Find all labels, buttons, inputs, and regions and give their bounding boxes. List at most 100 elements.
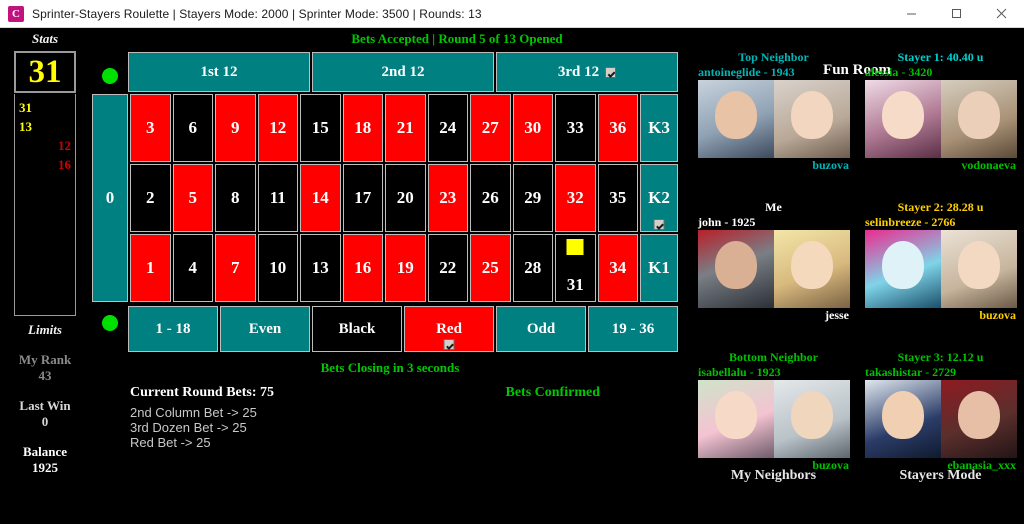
green-indicator-icon [102, 315, 118, 331]
number-cell-29[interactable]: 29 [512, 164, 553, 232]
players-panel: Fun Room Top Neighbor antoineglide - 194… [690, 28, 1024, 524]
window-controls [889, 0, 1024, 28]
number-cell-10[interactable]: 10 [257, 234, 298, 302]
outside-bet-odd[interactable]: Odd [496, 306, 586, 352]
avatar [941, 380, 1017, 458]
outside-bet-label: 19 - 36 [611, 320, 655, 337]
balance-label: Balance [22, 444, 68, 459]
number-cell-36[interactable]: 36 [597, 94, 638, 162]
number-cell-25[interactable]: 25 [470, 234, 511, 302]
number-cell-22[interactable]: 22 [427, 234, 468, 302]
number-cell-35[interactable]: 35 [597, 164, 638, 232]
player-card-stayer-3[interactable]: Stayer 3: 12.12 u takashistar - 2729 eba… [857, 350, 1024, 473]
number-cell-26[interactable]: 26 [470, 164, 511, 232]
number-cell-2[interactable]: 2 [130, 164, 171, 232]
number-cell-18[interactable]: 18 [342, 94, 383, 162]
player-card-bottom-neighbor[interactable]: Bottom Neighbor isabellalu - 1923 buzova [690, 350, 857, 473]
number-label: 9 [231, 118, 240, 137]
number-cell-23[interactable]: 23 [427, 164, 468, 232]
column-bet-k3[interactable]: K3 [640, 94, 678, 162]
dozen-label: 3rd 12 [557, 63, 600, 80]
number-cell-5[interactable]: 5 [172, 164, 213, 232]
card-username: alessia - 3420 [865, 65, 933, 79]
number-cell-19[interactable]: 19 [385, 234, 426, 302]
outside-bets-row: 1 - 18 Even Black Red Odd 19 - 36 [128, 306, 678, 352]
number-cell-3[interactable]: 3 [130, 94, 171, 162]
number-cell-30[interactable]: 30 [512, 94, 553, 162]
column-label: K1 [648, 258, 670, 277]
number-cell-20[interactable]: 20 [385, 164, 426, 232]
dozen-bet-3rd[interactable]: 3rd 12 [496, 52, 678, 92]
number-label: 35 [609, 188, 627, 207]
outside-bet-low[interactable]: 1 - 18 [128, 306, 218, 352]
column-bet-k2[interactable]: K2 [640, 164, 678, 232]
column-bet-k1[interactable]: K1 [640, 234, 678, 302]
my-neighbors-column: Top Neighbor antoineglide - 1943 buzova … [690, 28, 857, 524]
number-cell-34[interactable]: 34 [597, 234, 638, 302]
avatar [698, 230, 774, 308]
number-cell-21[interactable]: 21 [385, 94, 426, 162]
outside-bet-label: Odd [526, 320, 556, 337]
number-cell-13[interactable]: 13 [300, 234, 341, 302]
number-cell-31[interactable]: 31 [555, 234, 596, 302]
number-label: 19 [396, 258, 414, 277]
player-card-top-neighbor[interactable]: Top Neighbor antoineglide - 1943 buzova [690, 50, 857, 173]
player-card-me[interactable]: Me john - 1925 jesse [690, 200, 857, 323]
number-cell-27[interactable]: 27 [470, 94, 511, 162]
column-label: K3 [648, 118, 670, 137]
bet-chip-icon [566, 239, 584, 255]
number-cell-8[interactable]: 8 [215, 164, 256, 232]
card-avatars [698, 80, 850, 158]
checked-checkbox-icon [653, 219, 665, 230]
number-label: 30 [524, 118, 542, 137]
number-cell-32[interactable]: 32 [555, 164, 596, 232]
number-cell-0[interactable]: 0 [92, 94, 128, 302]
number-cell-9[interactable]: 9 [215, 94, 256, 162]
number-cell-15[interactable]: 15 [300, 94, 341, 162]
my-neighbors-label: My Neighbors [730, 468, 817, 483]
number-cell-12[interactable]: 12 [257, 94, 298, 162]
number-cell-11[interactable]: 11 [257, 164, 298, 232]
number-label: 29 [524, 188, 542, 207]
close-icon[interactable] [979, 0, 1024, 28]
last-number-box: 31 [14, 51, 76, 93]
number-cell-24[interactable]: 24 [427, 94, 468, 162]
outside-bet-red[interactable]: Red [404, 306, 494, 352]
number-label: 22 [439, 258, 457, 277]
card-avatars [865, 80, 1017, 158]
last-win-value: 0 [41, 414, 49, 429]
checked-checkbox-icon [443, 339, 455, 350]
number-cell-16[interactable]: 16 [342, 234, 383, 302]
outside-bet-high[interactable]: 19 - 36 [588, 306, 678, 352]
minimize-icon[interactable] [889, 0, 934, 28]
number-cell-14[interactable]: 14 [300, 164, 341, 232]
avatar [865, 230, 941, 308]
number-cell-33[interactable]: 33 [555, 94, 596, 162]
card-heading: Top Neighbor [738, 50, 809, 64]
number-cell-7[interactable]: 7 [215, 234, 256, 302]
card-username: isabellalu - 1923 [698, 365, 781, 379]
my-rank-label: My Rank [18, 352, 72, 367]
number-label: 27 [481, 118, 499, 137]
dozen-bet-1st[interactable]: 1st 12 [128, 52, 310, 92]
limits-title: Limits [28, 322, 62, 337]
number-label: 25 [481, 258, 499, 277]
player-card-stayer-1[interactable]: Stayer 1: 40.40 u alessia - 3420 vodonae… [857, 50, 1024, 173]
outside-bet-even[interactable]: Even [220, 306, 310, 352]
card-partner: vodonaeva [961, 158, 1016, 172]
number-cell-28[interactable]: 28 [512, 234, 553, 302]
dozen-bet-2nd[interactable]: 2nd 12 [312, 52, 494, 92]
number-cell-6[interactable]: 6 [172, 94, 213, 162]
outside-bet-label: Black [338, 320, 376, 337]
outside-bet-black[interactable]: Black [312, 306, 402, 352]
stayers-mode-column: Stayer 1: 40.40 u alessia - 3420 vodonae… [857, 28, 1024, 524]
number-cell-17[interactable]: 17 [342, 164, 383, 232]
number-cell-1[interactable]: 1 [130, 234, 171, 302]
number-cell-4[interactable]: 4 [172, 234, 213, 302]
card-avatars [698, 380, 850, 458]
current-bets-list: 2nd Column Bet -> 25 3rd Dozen Bet -> 25… [130, 405, 690, 450]
balance-value: 1925 [32, 460, 58, 475]
player-card-stayer-2[interactable]: Stayer 2: 28.28 u selinbreeze - 2766 buz… [857, 200, 1024, 323]
bet-list-item: 2nd Column Bet -> 25 [130, 405, 257, 420]
maximize-icon[interactable] [934, 0, 979, 28]
